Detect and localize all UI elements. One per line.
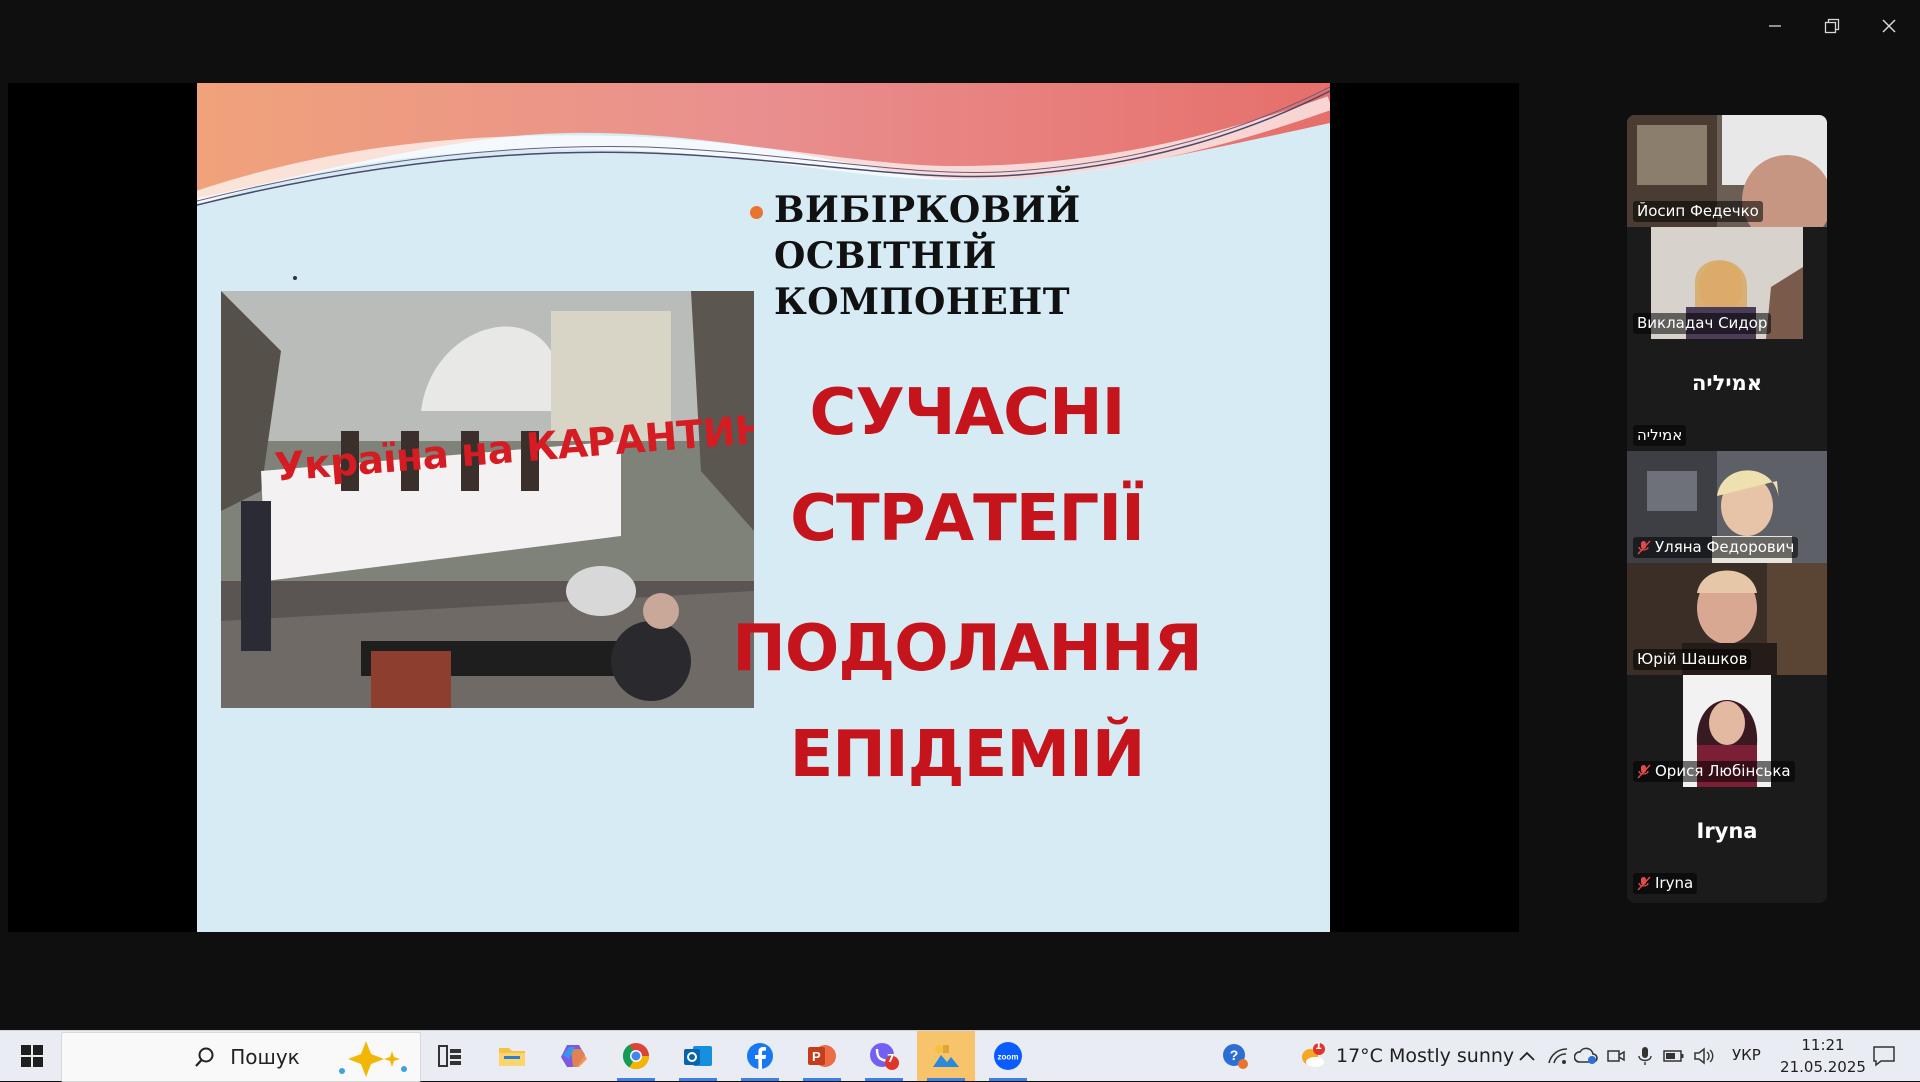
shared-screen[interactable]: ВИБІРКОВИЙ ОСВІТНІЙ КОМПОНЕНТ Україна на… [8,83,1519,932]
help-tray-button[interactable]: ? [1218,1031,1252,1081]
chrome-icon [622,1043,650,1070]
taskbar-search-box[interactable]: Пошук [61,1032,421,1082]
copilot-button[interactable] [545,1031,603,1081]
file-explorer-button[interactable] [483,1031,541,1081]
camera-icon [1607,1050,1625,1062]
close-icon [1882,19,1896,33]
weather-sun-cloud-icon [1302,1043,1325,1067]
facebook-button[interactable] [731,1031,789,1081]
chevron-up-icon [1519,1051,1535,1061]
taskbar: Пошук P 7 zoom ? 1 17°C Mostly sunny УКР… [0,1030,1920,1082]
chrome-button[interactable] [607,1031,665,1081]
svg-text:P: P [812,1049,821,1064]
participant-tile[interactable]: Уляна Федорович [1627,451,1827,563]
stray-dot [293,276,297,280]
start-button[interactable] [8,1031,56,1081]
battery-tray-icon[interactable] [1661,1031,1687,1081]
participant-name: Iryna [1633,873,1698,894]
input-language-indicator[interactable]: УКР [1732,1046,1761,1064]
participant-avatar-name: Iryna [1696,819,1758,843]
task-view-icon [438,1045,461,1067]
slide-title-line-4: ЕПІДЕМІЙ [789,718,1146,792]
slide-title-line-3: ПОДОЛАННЯ [732,612,1202,686]
weather-badge: 1 [1315,1041,1322,1052]
search-icon [195,1047,214,1067]
weather-text[interactable]: 17°C Mostly sunny [1336,1045,1514,1067]
copilot-sparkle-icon [339,1041,407,1077]
participant-tile[interactable]: Викладач Сидор [1627,227,1827,339]
show-hidden-icons-button[interactable] [1515,1031,1539,1081]
bullet-marker [750,206,763,219]
participant-name: Уляна Федорович [1633,537,1799,558]
chat-bubble-icon [1873,1046,1895,1067]
viber-badge: 7 [887,1052,895,1065]
network-tray-icon[interactable] [1545,1031,1571,1081]
restore-button[interactable] [1809,6,1855,46]
mic-muted-icon [1637,876,1651,891]
wifi-icon [1548,1048,1568,1064]
zoom-icon: zoom [994,1042,1022,1070]
weather-widget-icon-button[interactable]: 1 [1296,1031,1328,1081]
zoom-button[interactable]: zoom [979,1031,1037,1081]
slide-heading: ВИБІРКОВИЙ ОСВІТНІЙ КОМПОНЕНТ [774,189,1081,323]
speaker-icon [1694,1047,1714,1065]
outlook-button[interactable] [669,1031,727,1081]
slide-title-line-2: СТРАТЕГІЇ [790,482,1145,556]
svg-text:?: ? [1230,1047,1239,1063]
copilot-icon [561,1045,587,1067]
mic-muted-icon [1637,540,1651,555]
participant-gallery[interactable]: Йосип Федечко Викладач Сидор אמיליה אמיל… [1627,115,1827,903]
photos-button[interactable] [917,1031,975,1081]
minimize-button[interactable] [1752,6,1798,46]
participant-tile[interactable]: Орися Любінська [1627,675,1827,787]
participant-tile[interactable]: Йосип Федечко [1627,115,1827,227]
outlook-icon [684,1046,712,1066]
powerpoint-button[interactable]: P [793,1031,851,1081]
notifications-button[interactable] [1864,1031,1904,1081]
slide-title-line-1: СУЧАСНІ [809,376,1126,450]
windows-icon [21,1045,43,1067]
battery-icon [1663,1050,1684,1062]
viber-icon [870,1043,899,1070]
participant-avatar-name: אמיליה [1692,371,1762,395]
minimize-icon [1769,25,1781,27]
task-view-button[interactable] [421,1031,479,1081]
participant-name: Викладач Сидор [1633,313,1772,334]
search-placeholder: Пошук [230,1045,300,1069]
participant-name: אמיליה [1633,425,1687,446]
participant-tile[interactable]: Iryna Iryna [1627,787,1827,899]
photos-icon [933,1045,959,1067]
meet-tray-icon[interactable] [1603,1031,1629,1081]
cloud-icon [1574,1047,1598,1064]
viber-button[interactable]: 7 [855,1031,913,1081]
microphone-icon [1638,1047,1652,1065]
participant-tile[interactable]: אמיליה אמיליה [1627,339,1827,451]
participant-name: Юрій Шашков [1633,649,1752,670]
participant-name: Орися Любінська [1633,761,1795,782]
presentation-slide: ВИБІРКОВИЙ ОСВІТНІЙ КОМПОНЕНТ Україна на… [197,83,1330,932]
participant-tile-active-speaker[interactable]: Юрій Шашков [1627,563,1827,675]
clock-time[interactable]: 11:21 [1788,1034,1858,1056]
mic-muted-icon [1637,764,1651,779]
help-icon: ? [1223,1044,1248,1069]
microphone-tray-icon[interactable] [1633,1031,1657,1081]
folder-icon [499,1048,525,1066]
svg-text:zoom: zoom [998,1053,1019,1062]
close-button[interactable] [1866,6,1912,46]
powerpoint-icon: P [808,1045,836,1067]
volume-tray-icon[interactable] [1691,1031,1717,1081]
onedrive-tray-icon[interactable] [1573,1031,1599,1081]
facebook-icon [747,1043,773,1069]
clock-date[interactable]: 21.05.2025 [1780,1056,1866,1078]
participant-name: Йосип Федечко [1633,201,1763,222]
restore-icon [1824,18,1840,34]
